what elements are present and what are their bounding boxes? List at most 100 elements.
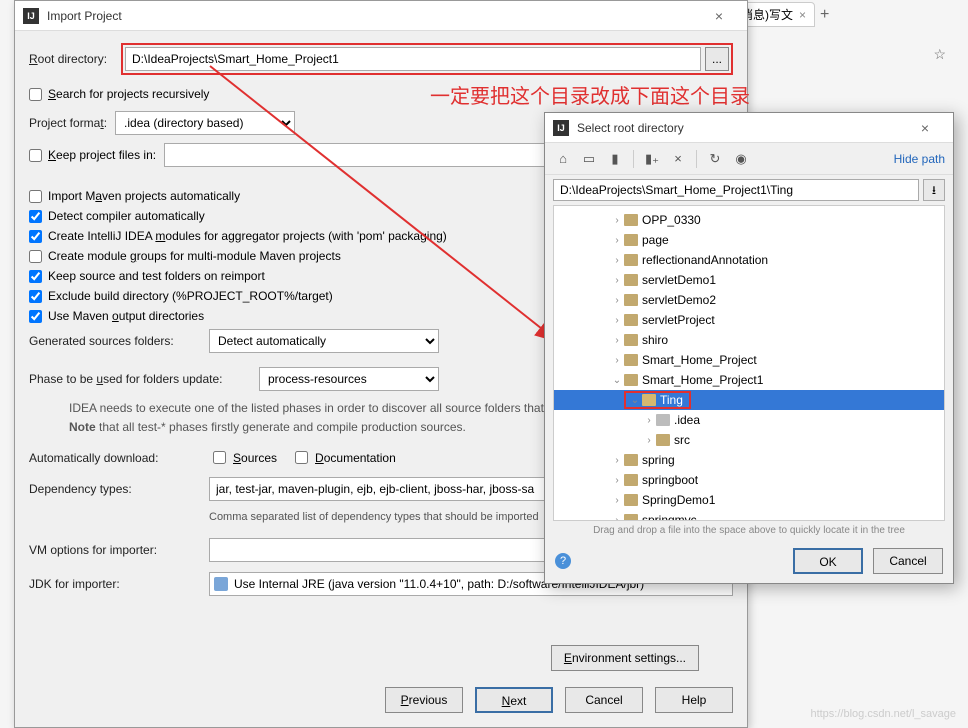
- tree-item-reflectionandannotation[interactable]: ›reflectionandAnnotation: [554, 250, 944, 270]
- tree-item-spring[interactable]: ›spring: [554, 450, 944, 470]
- folder-icon: [624, 474, 638, 486]
- download-icon[interactable]: ⭳: [923, 179, 945, 201]
- ok-button[interactable]: OK: [793, 548, 863, 574]
- tree-item-servletdemo2[interactable]: ›servletDemo2: [554, 290, 944, 310]
- environment-settings-button[interactable]: Environment settings...: [551, 645, 699, 671]
- drag-hint: Drag and drop a file into the space abov…: [545, 521, 953, 540]
- keep-files-label: Keep project files in:: [48, 148, 156, 162]
- create-modules-checkbox[interactable]: [29, 230, 42, 243]
- chevron-right-icon[interactable]: ›: [610, 335, 624, 346]
- use-maven-output-checkbox[interactable]: [29, 310, 42, 323]
- close-icon[interactable]: ×: [699, 8, 739, 24]
- tree-item-smart-home-project1[interactable]: ⌄Smart_Home_Project1: [554, 370, 944, 390]
- tree-item-servletproject[interactable]: ›servletProject: [554, 310, 944, 330]
- tree-item--idea[interactable]: ›.idea: [554, 410, 944, 430]
- folder-icon: [624, 494, 638, 506]
- chevron-right-icon[interactable]: ›: [610, 315, 624, 326]
- exclude-build-checkbox[interactable]: [29, 290, 42, 303]
- tree-item-label: page: [642, 233, 669, 247]
- vm-options-label: VM options for importer:: [29, 543, 209, 557]
- help-button[interactable]: Help: [655, 687, 733, 713]
- chevron-down-icon[interactable]: ⌄: [610, 375, 624, 386]
- project-format-select[interactable]: .idea (directory based): [115, 111, 295, 135]
- chevron-right-icon[interactable]: ›: [642, 435, 656, 446]
- documentation-checkbox[interactable]: [295, 451, 308, 464]
- jdk-importer-label: JDK for importer:: [29, 577, 209, 591]
- project-icon[interactable]: ▮: [605, 149, 625, 169]
- bookmark-star-icon[interactable]: ☆: [933, 46, 946, 63]
- desktop-icon[interactable]: ▭: [579, 149, 599, 169]
- folder-icon: [624, 334, 638, 346]
- generated-folders-label: Generated sources folders:: [29, 334, 209, 348]
- chevron-right-icon[interactable]: ›: [610, 295, 624, 306]
- folder-icon: [624, 374, 638, 386]
- chevron-right-icon[interactable]: ›: [610, 495, 624, 506]
- delete-icon[interactable]: ×: [668, 149, 688, 169]
- chevron-right-icon[interactable]: ›: [610, 355, 624, 366]
- dependency-types-label: Dependency types:: [29, 482, 209, 496]
- tree-item-springboot[interactable]: ›springboot: [554, 470, 944, 490]
- sub-cancel-button[interactable]: Cancel: [873, 548, 943, 574]
- keep-source-checkbox[interactable]: [29, 270, 42, 283]
- new-folder-icon[interactable]: ▮₊: [642, 149, 662, 169]
- tree-item-label: SpringDemo1: [642, 493, 715, 507]
- tree-item-springmvc[interactable]: ›springmvc: [554, 510, 944, 521]
- tree-item-label: shiro: [642, 333, 668, 347]
- tree-item-shiro[interactable]: › shiro: [554, 330, 944, 350]
- create-groups-checkbox[interactable]: [29, 250, 42, 263]
- chevron-right-icon[interactable]: ›: [610, 215, 624, 226]
- documentation-label: Documentation: [315, 451, 396, 465]
- keep-files-checkbox[interactable]: [29, 149, 42, 162]
- import-maven-checkbox[interactable]: [29, 190, 42, 203]
- next-button[interactable]: Next: [475, 687, 553, 713]
- tree-item-opp-0330[interactable]: ›OPP_0330: [554, 210, 944, 230]
- chevron-right-icon[interactable]: ›: [610, 275, 624, 286]
- tree-item-servletdemo1[interactable]: › servletDemo1: [554, 270, 944, 290]
- chevron-right-icon[interactable]: ›: [610, 455, 624, 466]
- sub-dialog-title: Select root directory: [577, 121, 905, 135]
- create-modules-label: Create IntelliJ IDEA modules for aggrega…: [48, 229, 447, 243]
- refresh-icon[interactable]: ↻: [705, 149, 725, 169]
- detect-compiler-checkbox[interactable]: [29, 210, 42, 223]
- directory-tree[interactable]: ›OPP_0330›page›reflectionandAnnotation›s…: [553, 205, 945, 521]
- close-icon[interactable]: ×: [905, 120, 945, 136]
- search-recursive-checkbox[interactable]: [29, 88, 42, 101]
- folder-icon: [624, 234, 638, 246]
- home-icon[interactable]: ⌂: [553, 149, 573, 169]
- search-recursive-label: Search for projects recursively: [48, 87, 209, 101]
- browse-button[interactable]: ...: [705, 47, 729, 71]
- auto-download-label: Automatically download:: [29, 451, 209, 465]
- path-input[interactable]: [553, 179, 919, 201]
- tree-item-smart-home-project[interactable]: ›Smart_Home_Project: [554, 350, 944, 370]
- show-hidden-icon[interactable]: ◉: [731, 149, 751, 169]
- generated-folders-select[interactable]: Detect automatically: [209, 329, 439, 353]
- chevron-right-icon[interactable]: ›: [610, 235, 624, 246]
- tab-close-icon[interactable]: ×: [799, 8, 806, 22]
- new-tab-button[interactable]: +: [820, 6, 829, 24]
- help-icon[interactable]: ?: [555, 553, 571, 569]
- titlebar: IJ Import Project ×: [15, 1, 747, 31]
- hide-path-link[interactable]: Hide path: [894, 152, 945, 166]
- chevron-right-icon[interactable]: ›: [642, 415, 656, 426]
- chevron-right-icon[interactable]: ›: [610, 255, 624, 266]
- tree-item-src[interactable]: ›src: [554, 430, 944, 450]
- chevron-right-icon[interactable]: ›: [610, 475, 624, 486]
- tree-item-page[interactable]: › page: [554, 230, 944, 250]
- folder-icon: [624, 214, 638, 226]
- select-root-directory-dialog: IJ Select root directory × ⌂ ▭ ▮ ▮₊ × ↻ …: [544, 112, 954, 584]
- folder-icon: [642, 394, 656, 406]
- phase-label: Phase to be used for folders update:: [29, 372, 259, 386]
- chevron-right-icon[interactable]: ⌄: [628, 395, 642, 406]
- tree-item-ting[interactable]: ⌄Ting: [554, 390, 944, 410]
- tree-item-springdemo1[interactable]: › SpringDemo1: [554, 490, 944, 510]
- sources-checkbox[interactable]: [213, 451, 226, 464]
- folder-icon: [624, 354, 638, 366]
- cancel-button[interactable]: Cancel: [565, 687, 643, 713]
- previous-button[interactable]: Previous: [385, 687, 463, 713]
- tree-item-label: servletDemo1: [642, 273, 716, 287]
- toolbar: ⌂ ▭ ▮ ▮₊ × ↻ ◉ Hide path: [545, 143, 953, 175]
- root-directory-input[interactable]: [125, 47, 701, 71]
- phase-select[interactable]: process-resources: [259, 367, 439, 391]
- folder-icon: [656, 414, 670, 426]
- intellij-logo-icon: IJ: [23, 8, 39, 24]
